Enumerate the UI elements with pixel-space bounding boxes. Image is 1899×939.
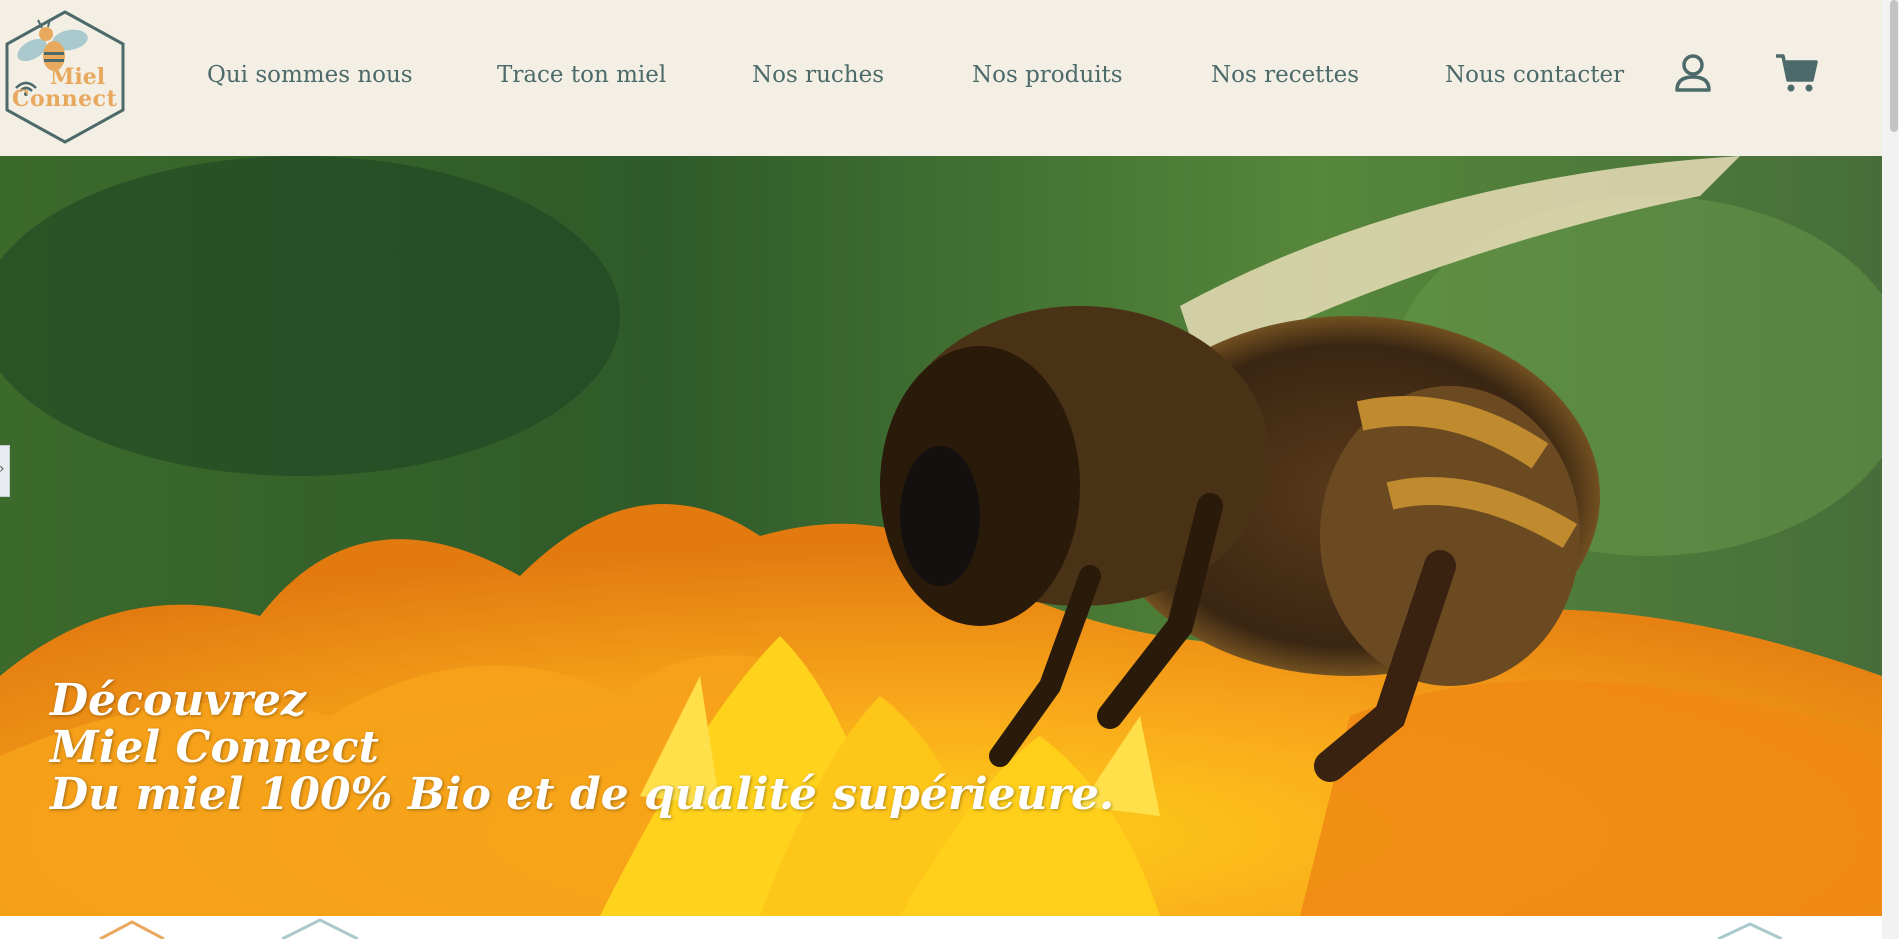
nav-qui-sommes-nous[interactable]: Qui sommes nous <box>207 58 413 92</box>
logo-text-miel: Miel <box>50 64 106 90</box>
next-section-peek <box>0 916 1882 939</box>
site-header: Miel Connect Qui sommes nous Trace ton m… <box>0 0 1899 156</box>
hero-banner: Découvrez Miel Connect Du miel 100% Bio … <box>0 156 1882 916</box>
logo-text-connect: Connect <box>12 86 118 112</box>
hero-line-decouvrez: Découvrez <box>50 675 307 726</box>
user-icon[interactable] <box>1673 52 1713 94</box>
nav-nos-recettes[interactable]: Nos recettes <box>1211 58 1359 92</box>
hero-headline: Découvrez Miel Connect Du miel 100% Bio … <box>50 677 1114 818</box>
miel-connect-logo[interactable]: Miel Connect <box>2 8 128 146</box>
hero-line-miel-connect: Miel Connect <box>50 722 379 773</box>
cart-icon[interactable] <box>1774 52 1818 94</box>
side-panel-toggle[interactable]: › <box>0 445 10 497</box>
page-scrollbar[interactable] <box>1882 0 1899 939</box>
nav-nous-contacter[interactable]: Nous contacter <box>1445 58 1624 92</box>
nav-trace-ton-miel[interactable]: Trace ton miel <box>497 58 666 92</box>
nav-nos-ruches[interactable]: Nos ruches <box>752 58 884 92</box>
hero-line-tagline: Du miel 100% Bio et de qualité supérieur… <box>50 769 1115 820</box>
chevron-right-icon: › <box>0 462 5 476</box>
scrollbar-thumb[interactable] <box>1890 0 1898 132</box>
nav-nos-produits[interactable]: Nos produits <box>972 58 1123 92</box>
